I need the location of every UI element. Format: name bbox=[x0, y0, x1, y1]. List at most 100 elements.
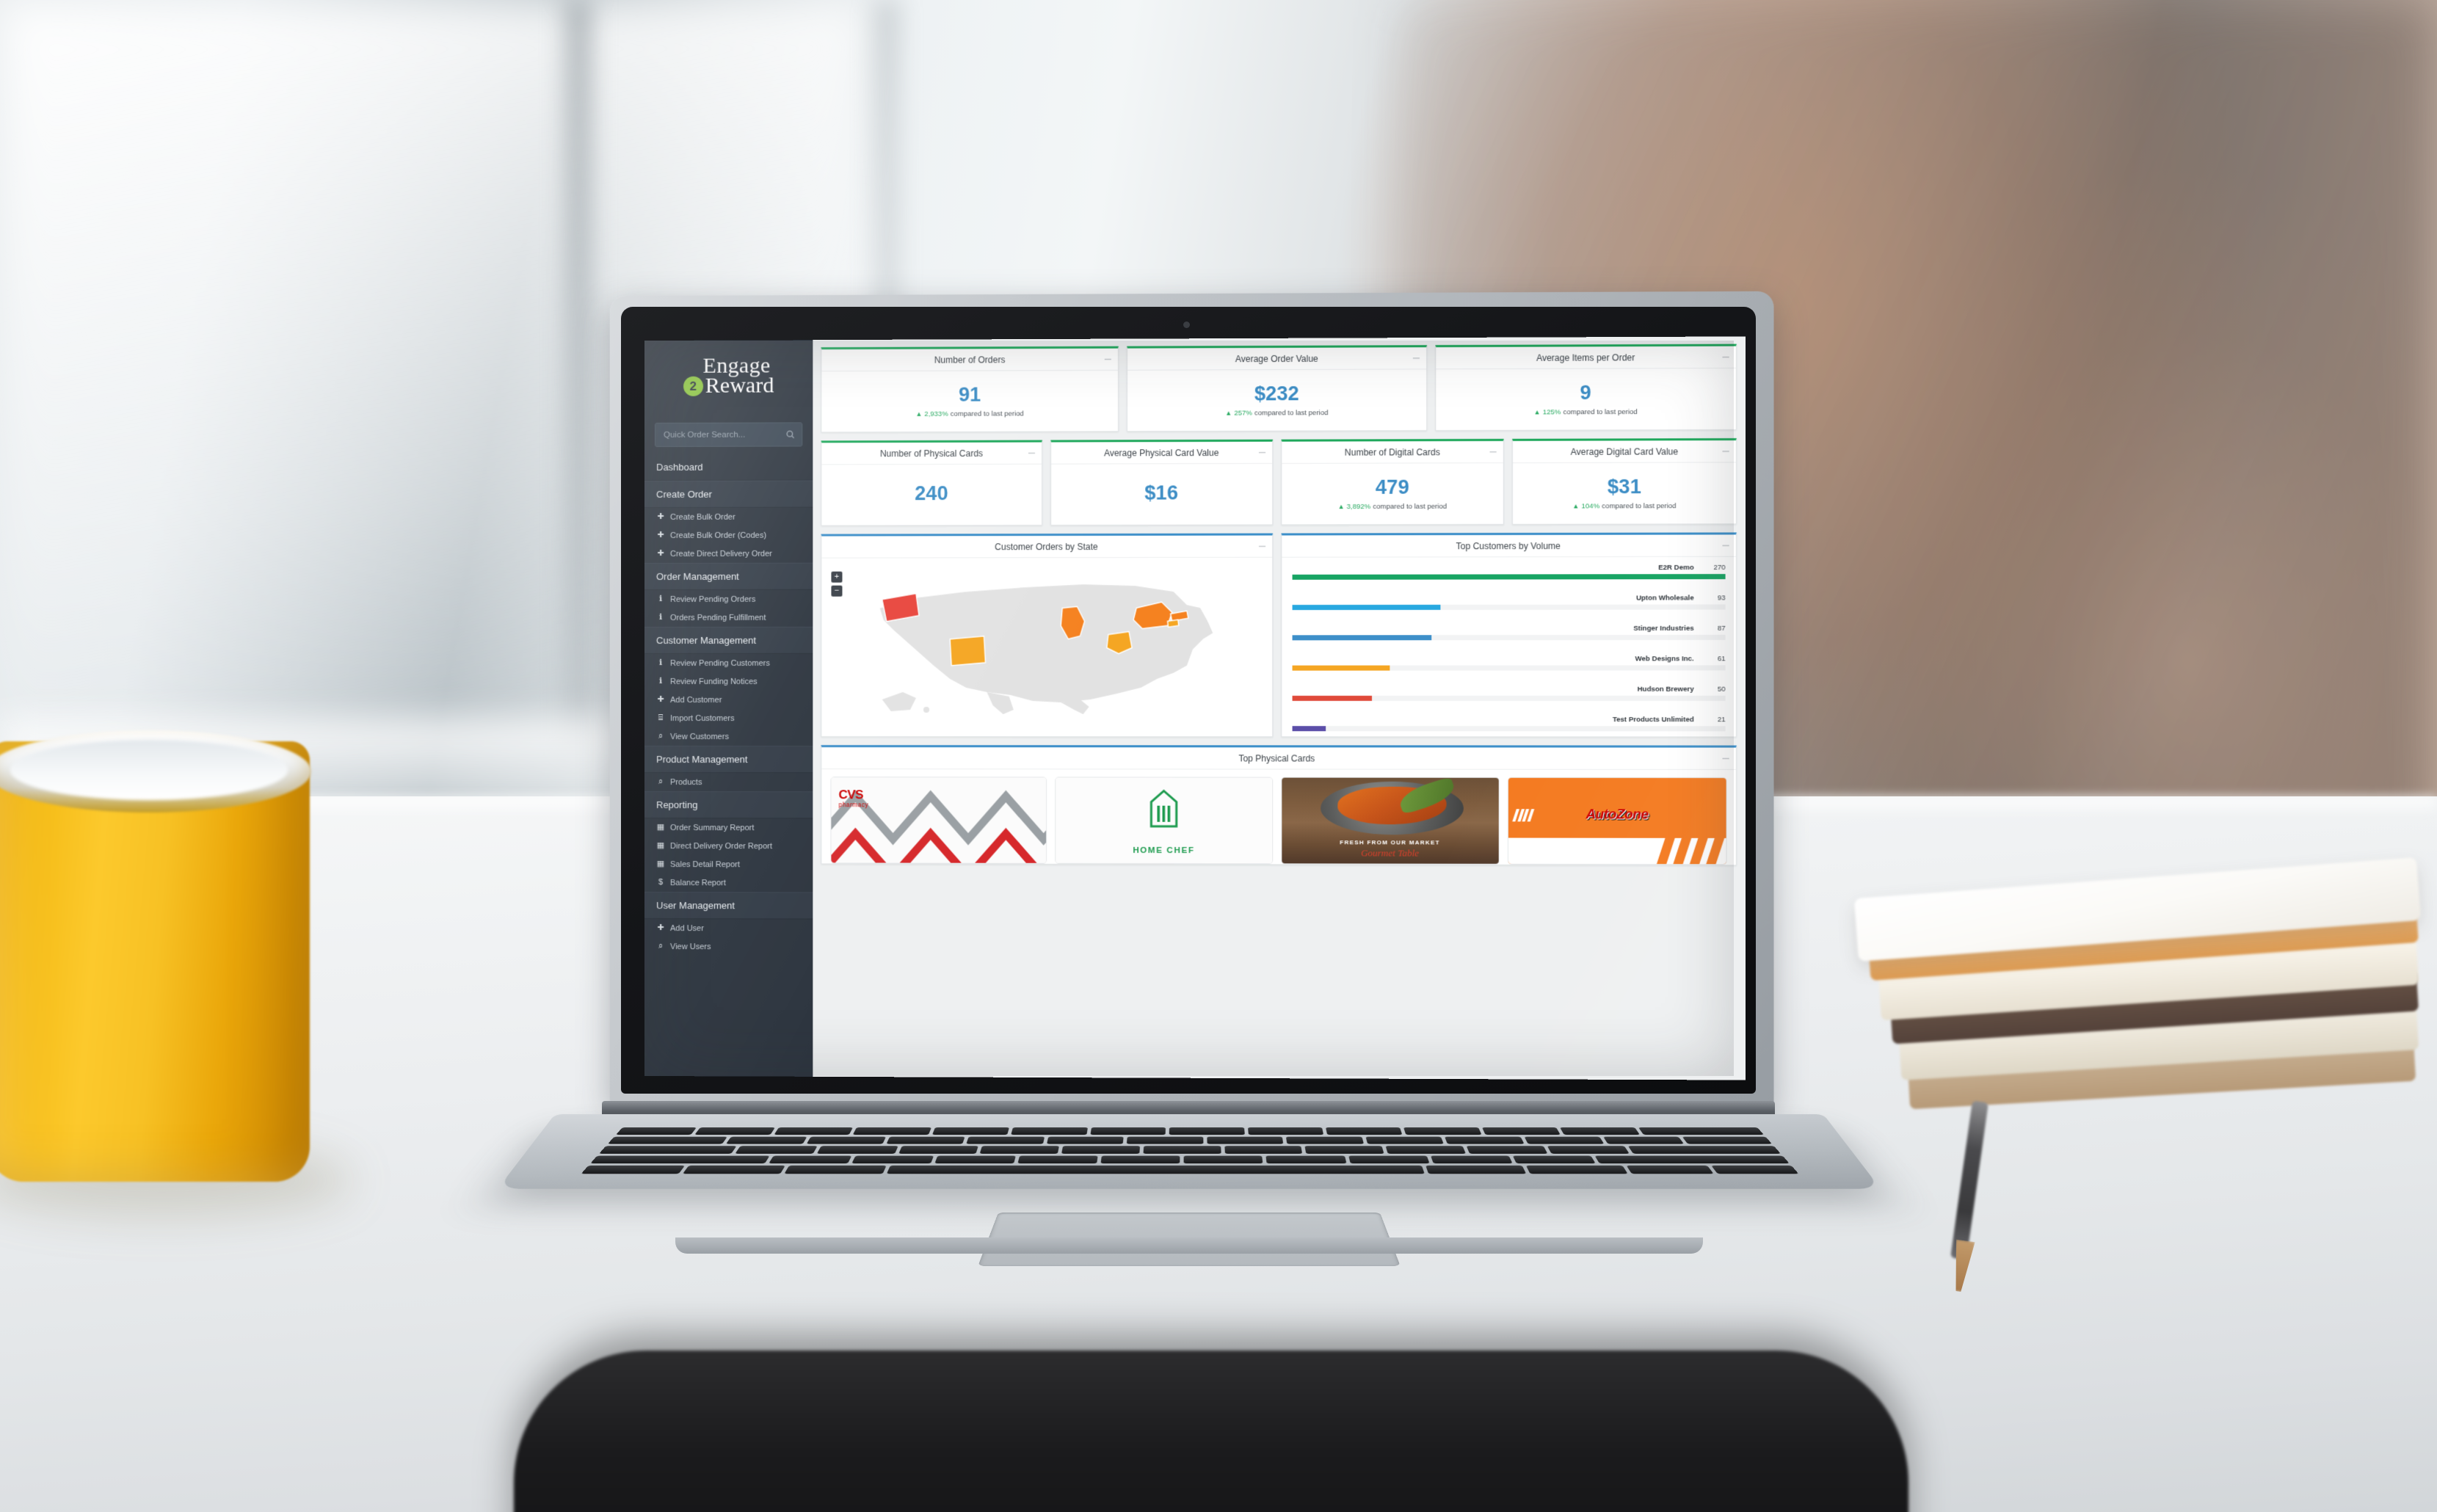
keyboard-key[interactable] bbox=[898, 1146, 979, 1154]
map-zoom-in-button[interactable]: + bbox=[831, 571, 843, 583]
sidebar-item-view-users[interactable]: ⌕ View Users bbox=[644, 937, 813, 956]
minimize-icon[interactable] bbox=[1489, 451, 1497, 453]
minimize-icon[interactable] bbox=[1722, 757, 1729, 759]
keyboard-key[interactable] bbox=[886, 1166, 1425, 1174]
bar-chart-item[interactable]: Stinger Industries 87 bbox=[1292, 625, 1726, 641]
keyboard-key[interactable] bbox=[1325, 1127, 1403, 1135]
map-zoom-out-button[interactable]: − bbox=[831, 585, 843, 597]
keyboard-key[interactable] bbox=[1247, 1127, 1323, 1135]
sidebar-section-create-order[interactable]: Create Order bbox=[644, 480, 813, 508]
keyboard-key[interactable] bbox=[1348, 1155, 1430, 1164]
sidebar-section-order-management[interactable]: Order Management bbox=[644, 562, 813, 590]
sidebar-section-user-management[interactable]: User Management bbox=[644, 892, 813, 920]
sidebar-item-import-customers[interactable]: ⌸ Import Customers bbox=[644, 709, 813, 727]
keyboard-key[interactable] bbox=[581, 1166, 686, 1174]
sidebar-item-create-direct-delivery-order[interactable]: ✚ Create Direct Delivery Order bbox=[644, 545, 813, 563]
keyboard-key[interactable] bbox=[1466, 1146, 1548, 1154]
bar-chart-item[interactable]: Test Products Unlimited 21 bbox=[1292, 716, 1726, 732]
keyboard-key[interactable] bbox=[1626, 1166, 1714, 1174]
keyboard-key[interactable] bbox=[1512, 1155, 1596, 1164]
bar-chart-item[interactable]: Hudson Brewery 50 bbox=[1292, 686, 1726, 701]
keyboard-key[interactable] bbox=[694, 1127, 775, 1135]
sidebar-item-direct-delivery-order-report[interactable]: ▦ Direct Delivery Order Report bbox=[644, 837, 813, 855]
keyboard-key[interactable] bbox=[1560, 1127, 1640, 1135]
keyboard-key[interactable] bbox=[816, 1146, 898, 1154]
keyboard-key[interactable] bbox=[1602, 1136, 1685, 1144]
keyboard-key[interactable] bbox=[1100, 1155, 1180, 1164]
keyboard-key[interactable] bbox=[1169, 1127, 1245, 1135]
keyboard-key[interactable] bbox=[1090, 1127, 1166, 1135]
gift-card-home-chef[interactable]: HOME CHEF bbox=[1055, 777, 1273, 865]
keyboard-key[interactable] bbox=[1403, 1127, 1482, 1135]
sidebar-item-view-customers[interactable]: ⌕ View Customers bbox=[644, 727, 813, 746]
quick-order-search[interactable] bbox=[654, 422, 803, 447]
keyboard-key[interactable] bbox=[589, 1155, 770, 1164]
sidebar-item-balance-report[interactable]: $ Balance Report bbox=[644, 873, 813, 892]
sidebar-item-products[interactable]: ⌕ Products bbox=[644, 773, 813, 791]
keyboard-key[interactable] bbox=[1525, 1166, 1628, 1174]
search-input[interactable] bbox=[661, 429, 786, 440]
gift-card-market[interactable]: FRESH FROM OUR MARKET Gourmet Table bbox=[1280, 777, 1500, 865]
keyboard-key[interactable] bbox=[1547, 1146, 1630, 1154]
keyboard-key[interactable] bbox=[1682, 1136, 1773, 1144]
keyboard-key[interactable] bbox=[1523, 1136, 1605, 1144]
keyboard-key[interactable] bbox=[1445, 1136, 1525, 1144]
keyboard-key[interactable] bbox=[774, 1127, 854, 1135]
keyboard-row[interactable] bbox=[589, 1155, 1790, 1164]
keyboard-key[interactable] bbox=[1304, 1146, 1384, 1154]
keyboard-key[interactable] bbox=[599, 1146, 737, 1154]
keyboard-key[interactable] bbox=[1710, 1166, 1799, 1174]
sidebar-item-review-pending-orders[interactable]: ℹ Review Pending Orders bbox=[644, 590, 813, 608]
keyboard-key[interactable] bbox=[1061, 1146, 1140, 1154]
brand-logo[interactable]: Engage 2 Reward bbox=[644, 340, 813, 420]
sidebar-section-customer-management[interactable]: Customer Management bbox=[644, 626, 813, 654]
keyboard-key[interactable] bbox=[1430, 1155, 1513, 1164]
sidebar-item-sales-detail-report[interactable]: ▦ Sales Detail Report bbox=[644, 855, 813, 873]
keyboard-key[interactable] bbox=[1046, 1136, 1125, 1144]
keyboard-row[interactable] bbox=[607, 1136, 1773, 1144]
keyboard-key[interactable] bbox=[934, 1155, 1016, 1164]
sidebar-item-add-user[interactable]: ✚ Add User bbox=[644, 919, 813, 938]
minimize-icon[interactable] bbox=[1028, 452, 1035, 454]
sidebar-section-dashboard[interactable]: Dashboard bbox=[644, 454, 813, 481]
keyboard-key[interactable] bbox=[683, 1166, 786, 1174]
keyboard-key[interactable] bbox=[1017, 1155, 1098, 1164]
keyboard-key[interactable] bbox=[1286, 1136, 1364, 1144]
map-state-WY[interactable] bbox=[950, 636, 985, 666]
keyboard-key[interactable] bbox=[1638, 1127, 1764, 1135]
keyboard-key[interactable] bbox=[768, 1155, 852, 1164]
keyboard-key[interactable] bbox=[1627, 1146, 1781, 1154]
keyboard-key[interactable] bbox=[1011, 1127, 1088, 1135]
keyboard-key[interactable] bbox=[931, 1127, 1010, 1135]
keyboard-key[interactable] bbox=[979, 1146, 1060, 1154]
keyboard-row[interactable] bbox=[616, 1127, 1764, 1135]
sidebar-item-create-bulk-order-codes[interactable]: ✚ Create Bulk Order (Codes) bbox=[644, 526, 813, 545]
keyboard-key[interactable] bbox=[726, 1136, 807, 1144]
keyboard-key[interactable] bbox=[616, 1127, 697, 1135]
sidebar-item-review-pending-customers[interactable]: ℹ Review Pending Customers bbox=[644, 654, 813, 672]
map-body[interactable]: + − bbox=[821, 558, 1271, 737]
bar-chart-item[interactable]: Web Designs Inc. 61 bbox=[1292, 655, 1726, 671]
us-choropleth-map[interactable] bbox=[840, 562, 1254, 720]
minimize-icon[interactable] bbox=[1722, 545, 1729, 546]
keyboard-key[interactable] bbox=[1385, 1146, 1466, 1154]
keyboard-row[interactable] bbox=[599, 1146, 1781, 1154]
sidebar-item-add-customer[interactable]: ✚ Add Customer bbox=[644, 691, 813, 709]
keyboard-key[interactable] bbox=[1265, 1155, 1347, 1164]
keyboard-key[interactable] bbox=[1425, 1166, 1527, 1174]
keyboard-key[interactable] bbox=[1481, 1127, 1561, 1135]
keyboard-key[interactable] bbox=[806, 1136, 887, 1144]
sidebar-section-product-management[interactable]: Product Management bbox=[644, 746, 813, 774]
keyboard-key[interactable] bbox=[1207, 1136, 1284, 1144]
gift-card-autozone[interactable]: AutoZone bbox=[1507, 777, 1727, 865]
keyboard-key[interactable] bbox=[886, 1136, 966, 1144]
sidebar-item-create-bulk-order[interactable]: ✚ Create Bulk Order bbox=[644, 508, 813, 526]
laptop-keyboard[interactable] bbox=[581, 1127, 1799, 1174]
keyboard-key[interactable] bbox=[735, 1146, 818, 1154]
keyboard-key[interactable] bbox=[607, 1136, 728, 1144]
sidebar-item-order-summary-report[interactable]: ▦ Order Summary Report bbox=[644, 818, 813, 837]
keyboard-key[interactable] bbox=[1183, 1155, 1263, 1164]
bar-chart-item[interactable]: Upton Wholesale 93 bbox=[1292, 594, 1726, 611]
keyboard-key[interactable] bbox=[1127, 1136, 1204, 1144]
keyboard-key[interactable] bbox=[1365, 1136, 1444, 1144]
